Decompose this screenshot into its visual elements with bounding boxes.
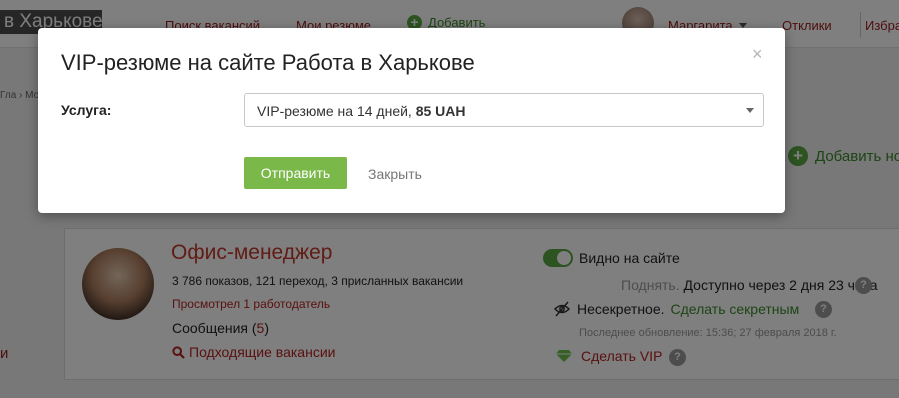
close-link[interactable]: Закрыть <box>368 166 422 182</box>
send-button[interactable]: Отправить <box>244 157 347 189</box>
dialog-title: VIP-резюме на сайте Работа в Харькове <box>61 50 475 75</box>
service-select[interactable]: VIP-резюме на 14 дней, 85 UAH <box>244 93 764 127</box>
service-option-text: VIP-резюме на 14 дней, <box>257 103 412 119</box>
close-icon[interactable]: × <box>752 44 763 65</box>
service-label: Услуга: <box>61 102 112 118</box>
chevron-down-icon <box>746 108 754 113</box>
service-option-price: 85 UAH <box>415 103 466 119</box>
vip-resume-dialog: VIP-резюме на сайте Работа в Харькове × … <box>38 28 785 213</box>
